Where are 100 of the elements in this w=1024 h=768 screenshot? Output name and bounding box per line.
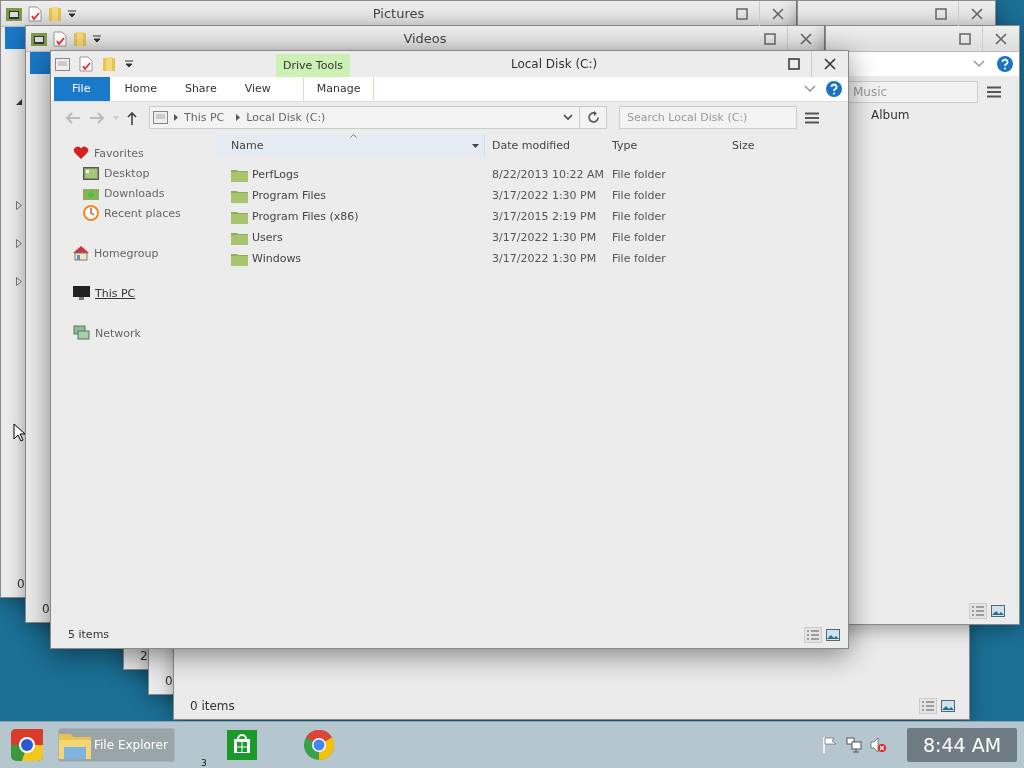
picture-view-icon[interactable] <box>991 605 1005 617</box>
table-cell: 3/17/2022 1:30 PM <box>492 252 597 265</box>
network-icon <box>73 325 90 341</box>
table-cell: File folder <box>612 210 666 223</box>
maximize-icon[interactable] <box>764 32 776 45</box>
browser-icon[interactable] <box>303 730 334 760</box>
folder-icon <box>231 209 248 224</box>
heart-icon <box>73 146 89 160</box>
maximize-icon[interactable] <box>935 7 947 20</box>
status-text: 5 items <box>68 628 110 641</box>
table-cell: 3/17/2022 1:30 PM <box>492 231 597 244</box>
status-text: 0 <box>165 674 173 688</box>
nav-item[interactable]: Downloads <box>73 183 215 203</box>
menu-icon[interactable] <box>805 111 819 124</box>
drive-icon[interactable] <box>55 57 70 71</box>
column-header[interactable]: Album <box>871 108 910 122</box>
context-tab-label: Drive Tools <box>276 54 350 77</box>
file-name[interactable]: Windows <box>252 252 302 265</box>
maximize-icon[interactable] <box>788 58 800 70</box>
maximize-icon[interactable] <box>959 32 971 45</box>
table-cell: File folder <box>612 231 666 244</box>
maximize-icon[interactable] <box>736 7 748 20</box>
folder-icon <box>59 731 91 759</box>
breadcrumb-item[interactable]: Local Disk (C:) <box>246 111 326 124</box>
document-check-icon[interactable] <box>28 5 42 22</box>
help-icon[interactable] <box>997 56 1013 72</box>
chevron-down-icon[interactable] <box>563 114 573 121</box>
breadcrumb-item[interactable]: This PC <box>184 111 225 124</box>
table-cell: File folder <box>612 189 666 202</box>
dropdown-icon[interactable] <box>68 9 76 18</box>
file-name[interactable]: Users <box>252 231 283 244</box>
status-text: 0 <box>42 602 50 616</box>
close-icon[interactable] <box>995 32 1007 45</box>
monitor-icon <box>73 285 90 301</box>
picture-view-icon[interactable] <box>826 628 840 641</box>
refresh-icon[interactable] <box>586 111 600 124</box>
collapse-arrow-icon[interactable] <box>16 99 22 105</box>
dropdown-icon[interactable] <box>93 34 101 43</box>
badge-text: 3 <box>201 758 207 768</box>
table-cell: File folder <box>612 168 666 181</box>
ribbon-tab[interactable]: Share <box>170 77 231 101</box>
store-icon[interactable] <box>226 730 257 760</box>
column-header[interactable]: Date modified <box>485 134 605 157</box>
close-icon[interactable] <box>772 7 784 20</box>
speaker-muted-icon[interactable] <box>870 737 887 753</box>
ribbon-tab[interactable]: View <box>230 77 285 101</box>
nav-item[interactable]: Recent places <box>73 203 215 223</box>
column-header[interactable]: Name <box>215 134 485 157</box>
browser-icon[interactable] <box>10 728 44 762</box>
table-cell: 8/22/2013 10:22 AM <box>492 168 605 181</box>
status-text: 0 <box>17 577 25 591</box>
mouse-pointer-icon <box>13 423 25 442</box>
status-text: 2 <box>140 649 148 663</box>
drive-icon <box>153 111 168 124</box>
ribbon-tab[interactable]: Home <box>110 77 171 101</box>
column-header[interactable]: Type <box>605 134 725 157</box>
file-tab[interactable]: File <box>54 77 111 101</box>
search-field[interactable]: Music <box>846 81 978 103</box>
folder-icon <box>231 188 248 203</box>
house-icon <box>73 245 89 261</box>
dropdown-icon[interactable] <box>472 144 479 148</box>
breadcrumb-arrow-icon[interactable] <box>236 114 241 121</box>
picture-view-icon[interactable] <box>941 700 955 712</box>
dropdown-icon[interactable] <box>125 60 133 68</box>
document-check-icon[interactable] <box>53 30 67 47</box>
desktop-icon <box>83 166 99 180</box>
close-icon[interactable] <box>800 32 812 45</box>
network-icon[interactable] <box>846 737 862 753</box>
help-icon[interactable] <box>826 81 842 97</box>
nav-item[interactable]: Favorites <box>73 143 215 163</box>
search-field[interactable]: Search Local Disk (C:) <box>619 106 797 129</box>
window-title: Local Disk (C:) <box>510 57 598 71</box>
folder-icon <box>231 251 248 266</box>
file-name[interactable]: Program Files (x86) <box>252 210 359 223</box>
address-bar[interactable]: This PC Local Disk (C:) <box>149 106 607 129</box>
status-text: 0 items <box>190 699 235 713</box>
download-folder-icon <box>83 186 99 200</box>
table-cell: 3/17/2015 2:19 PM <box>492 210 597 223</box>
expand-arrow-icon[interactable] <box>16 239 22 248</box>
column-header[interactable]: Size <box>725 134 835 157</box>
nav-item[interactable]: Homegroup <box>73 243 215 263</box>
window-title: Videos <box>403 31 447 46</box>
document-check-icon[interactable] <box>79 56 93 72</box>
file-name[interactable]: PerfLogs <box>252 168 299 181</box>
close-icon[interactable] <box>971 7 983 20</box>
flag-icon[interactable] <box>823 737 838 753</box>
expand-arrow-icon[interactable] <box>16 201 22 210</box>
up-arrow-icon[interactable] <box>127 110 137 125</box>
menu-icon[interactable] <box>987 86 1001 98</box>
nav-item[interactable]: This PC <box>73 283 215 303</box>
clock[interactable]: 8:44 AM <box>907 728 1017 762</box>
window-title: Pictures <box>372 6 425 21</box>
nav-item[interactable]: Network <box>73 323 215 343</box>
close-icon[interactable] <box>824 58 836 70</box>
folder-picture-icon[interactable] <box>31 31 47 46</box>
breadcrumb-arrow-icon[interactable] <box>174 114 178 121</box>
folder-picture-icon[interactable] <box>6 6 22 21</box>
file-name[interactable]: Program Files <box>252 189 327 202</box>
nav-item[interactable]: Desktop <box>73 163 215 183</box>
expand-arrow-icon[interactable] <box>16 277 22 286</box>
